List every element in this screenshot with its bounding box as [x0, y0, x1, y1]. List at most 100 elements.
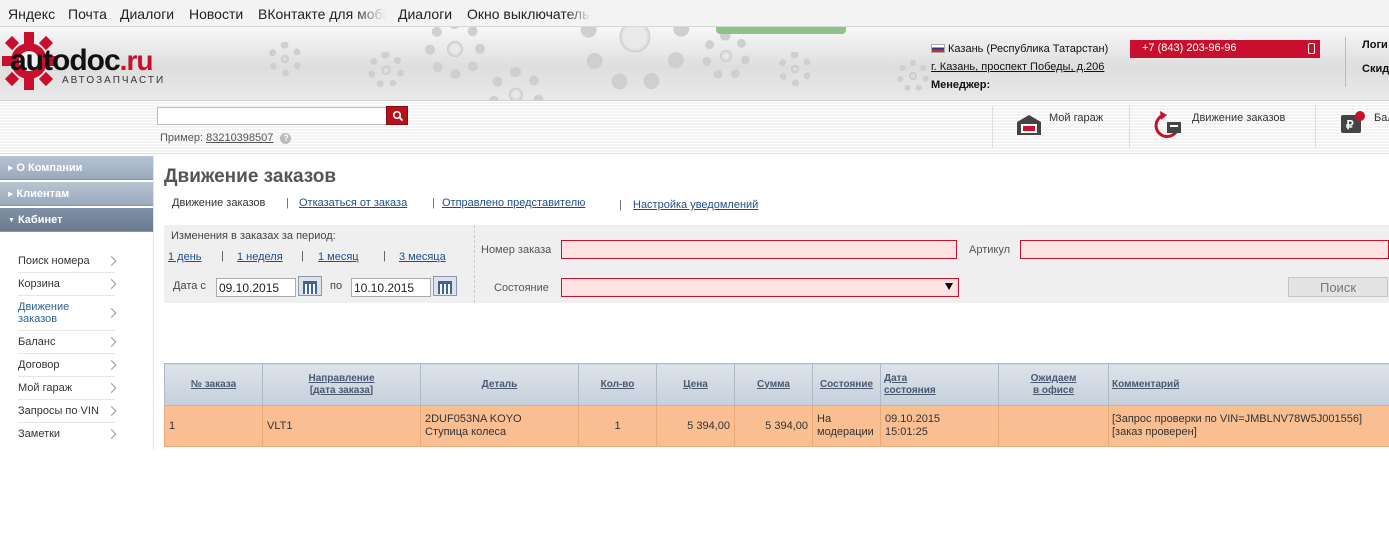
sidebar-section-label: Клиентам — [16, 188, 70, 200]
column-header-expected-in-office[interactable]: Ожидаем в офисе — [998, 363, 1109, 406]
order-movement-icon — [1154, 111, 1181, 139]
gear-decoration-icon — [580, 27, 690, 92]
column-header-direction[interactable]: Направление [дата заказа] — [262, 363, 421, 406]
sidebar-item-my-garage[interactable]: Мой гараж — [18, 377, 117, 400]
period-1-week[interactable]: 1 неделя — [237, 251, 283, 263]
sidebar-section-clients[interactable]: ▶ Клиентам — [0, 182, 153, 206]
date-from-input[interactable]: 09.10.2015 — [216, 278, 296, 297]
tab-cancel-order[interactable]: Отказаться от заказа — [299, 197, 407, 209]
comment-line-1: [Запрос проверки по VIN=JMBLNV78W5J00155… — [1112, 413, 1363, 425]
calendar-icon[interactable] — [433, 276, 457, 296]
article-input[interactable] — [1020, 240, 1389, 259]
chevron-right-icon — [106, 429, 117, 439]
triangle-right-icon: ▶ — [8, 165, 14, 172]
status-label: Состояние — [494, 282, 549, 294]
site-logo[interactable]: autodoc.ru АВТОЗАПЧАСТИ — [0, 30, 200, 92]
garage-icon — [1017, 115, 1041, 135]
header-divider — [1345, 37, 1346, 87]
logo-word: autodoc — [10, 44, 121, 77]
chevron-right-icon — [106, 256, 117, 266]
status-line-1: На — [817, 413, 832, 425]
mobile-phone-icon — [1308, 43, 1315, 54]
column-header-order-number[interactable]: № заказа — [164, 363, 263, 406]
sidebar-item-notes[interactable]: Заметки — [18, 423, 117, 445]
cell-part: 2DUF053NA KOYO Ступица колеса — [420, 405, 579, 447]
help-icon[interactable]: ? — [280, 133, 292, 144]
column-header-sum[interactable]: Сумма — [734, 363, 813, 406]
site-header: autodoc.ru АВТОЗАПЧАСТИ Казань (Республи… — [0, 27, 1389, 101]
gear-decoration-icon — [897, 60, 929, 92]
date-to-input[interactable]: 10.10.2015 — [351, 278, 431, 297]
tab-sent-to-representative[interactable]: Отправлено представителю — [442, 197, 585, 209]
period-1-day[interactable]: 1 день — [168, 251, 202, 263]
bookmark-vkontakte[interactable]: ВКонтакте для моби — [258, 6, 386, 22]
gear-decoration-icon — [702, 32, 750, 80]
example-number-link[interactable]: 83210398507 — [206, 132, 273, 144]
gear-decoration-icon — [425, 27, 485, 79]
filter-divider — [474, 225, 475, 303]
discount-label: Скид — [1362, 63, 1389, 75]
column-header-price[interactable]: Цена — [656, 363, 735, 406]
bookmark-yandex[interactable]: Яндекс — [8, 6, 55, 22]
sidebar-item-number-search[interactable]: Поиск номера — [18, 250, 117, 273]
bookmark-news[interactable]: Новости — [189, 6, 243, 22]
sidebar-item-vin-requests[interactable]: Запросы по VIN — [18, 400, 117, 423]
sidebar-item-cart[interactable]: Корзина — [18, 273, 117, 296]
sidebar: ▶ О Компании ▶ Клиентам ▼ Кабинет Поиск ном… — [0, 155, 154, 450]
balance-wallet-icon: ₽ — [1341, 111, 1365, 133]
bookmark-mail[interactable]: Почта — [68, 6, 107, 22]
region-label: Казань (Республика Татарстан) — [948, 43, 1109, 55]
column-header-status-date[interactable]: Дата состояния — [880, 363, 999, 406]
column-header-quantity[interactable]: Кол-во — [578, 363, 657, 406]
order-number-input[interactable] — [561, 240, 957, 259]
column-header-comment[interactable]: Комментарий — [1108, 363, 1389, 406]
period-1-month[interactable]: 1 месяц — [318, 251, 359, 263]
cell-status-date: 09.10.2015 15:01:25 — [880, 405, 999, 447]
order-movement-label: Движение заказов — [1192, 112, 1286, 124]
period-separator: | — [221, 250, 224, 262]
phone-badge[interactable]: +7 (843) 203-96-96 — [1130, 40, 1320, 58]
chevron-right-icon — [106, 337, 117, 347]
my-garage-button[interactable]: Мой гараж — [992, 106, 1128, 148]
date-to-label: по — [330, 280, 343, 292]
cell-status: На модерации — [812, 405, 881, 447]
search-input[interactable] — [157, 107, 387, 125]
period-3-months[interactable]: 3 месяца — [399, 251, 446, 263]
tab-notification-settings[interactable]: Настройка уведомлений — [633, 199, 758, 211]
phone-number: +7 (843) 203-96-96 — [1142, 42, 1237, 54]
column-header-part[interactable]: Деталь — [420, 363, 579, 406]
column-header-status[interactable]: Состояние — [812, 363, 881, 406]
search-button[interactable] — [386, 106, 408, 125]
calendar-icon[interactable] — [298, 276, 322, 296]
search-orders-button[interactable]: Поиск — [1288, 277, 1388, 297]
status-time: 15:01:25 — [885, 426, 928, 438]
balance-label: Бал — [1374, 112, 1389, 124]
date-from-label: Дата с — [173, 280, 206, 292]
bookmark-dialogs[interactable]: Диалоги — [120, 6, 174, 22]
cell-sum: 5 394,00 — [734, 405, 813, 447]
sidebar-item-order-movement[interactable]: Движение заказов — [18, 296, 117, 331]
sidebar-item-contract[interactable]: Договор — [18, 354, 117, 377]
sidebar-section-label: О Компании — [16, 162, 83, 174]
table-row[interactable]: 1 VLT1 2DUF053NA KOYO Ступица колеса 1 5… — [164, 405, 1389, 447]
chevron-right-icon — [106, 383, 117, 393]
balance-button[interactable]: ₽ Бал — [1315, 106, 1389, 148]
login-link[interactable]: Логи — [1362, 39, 1388, 51]
orders-table: № заказа Направление [дата заказа] Детал… — [164, 363, 1389, 447]
office-address-link[interactable]: г. Казань, проспект Победы, д.206 — [931, 61, 1104, 73]
status-select[interactable] — [561, 278, 959, 297]
bookmark-switch-window[interactable]: Окно выключатель — [467, 6, 591, 22]
header-tab-decoration — [716, 27, 846, 34]
tab-order-movement[interactable]: Движение заказов — [172, 197, 265, 209]
sidebar-section-cabinet[interactable]: ▼ Кабинет — [0, 208, 153, 232]
region-selector[interactable]: Казань (Республика Татарстан) — [931, 43, 1108, 55]
sidebar-item-balance[interactable]: Баланс — [18, 331, 117, 354]
manager-label: Менеджер: — [931, 79, 991, 91]
logo-subtitle: АВТОЗАПЧАСТИ — [62, 75, 166, 86]
sidebar-section-company[interactable]: ▶ О Компании — [0, 156, 153, 180]
bookmark-dialogs-2[interactable]: Диалоги — [398, 6, 452, 22]
my-garage-label: Мой гараж — [1049, 112, 1104, 124]
order-movement-button[interactable]: Движение заказов — [1129, 106, 1314, 148]
chevron-right-icon — [106, 406, 117, 416]
example-label: Пример: — [160, 132, 204, 144]
